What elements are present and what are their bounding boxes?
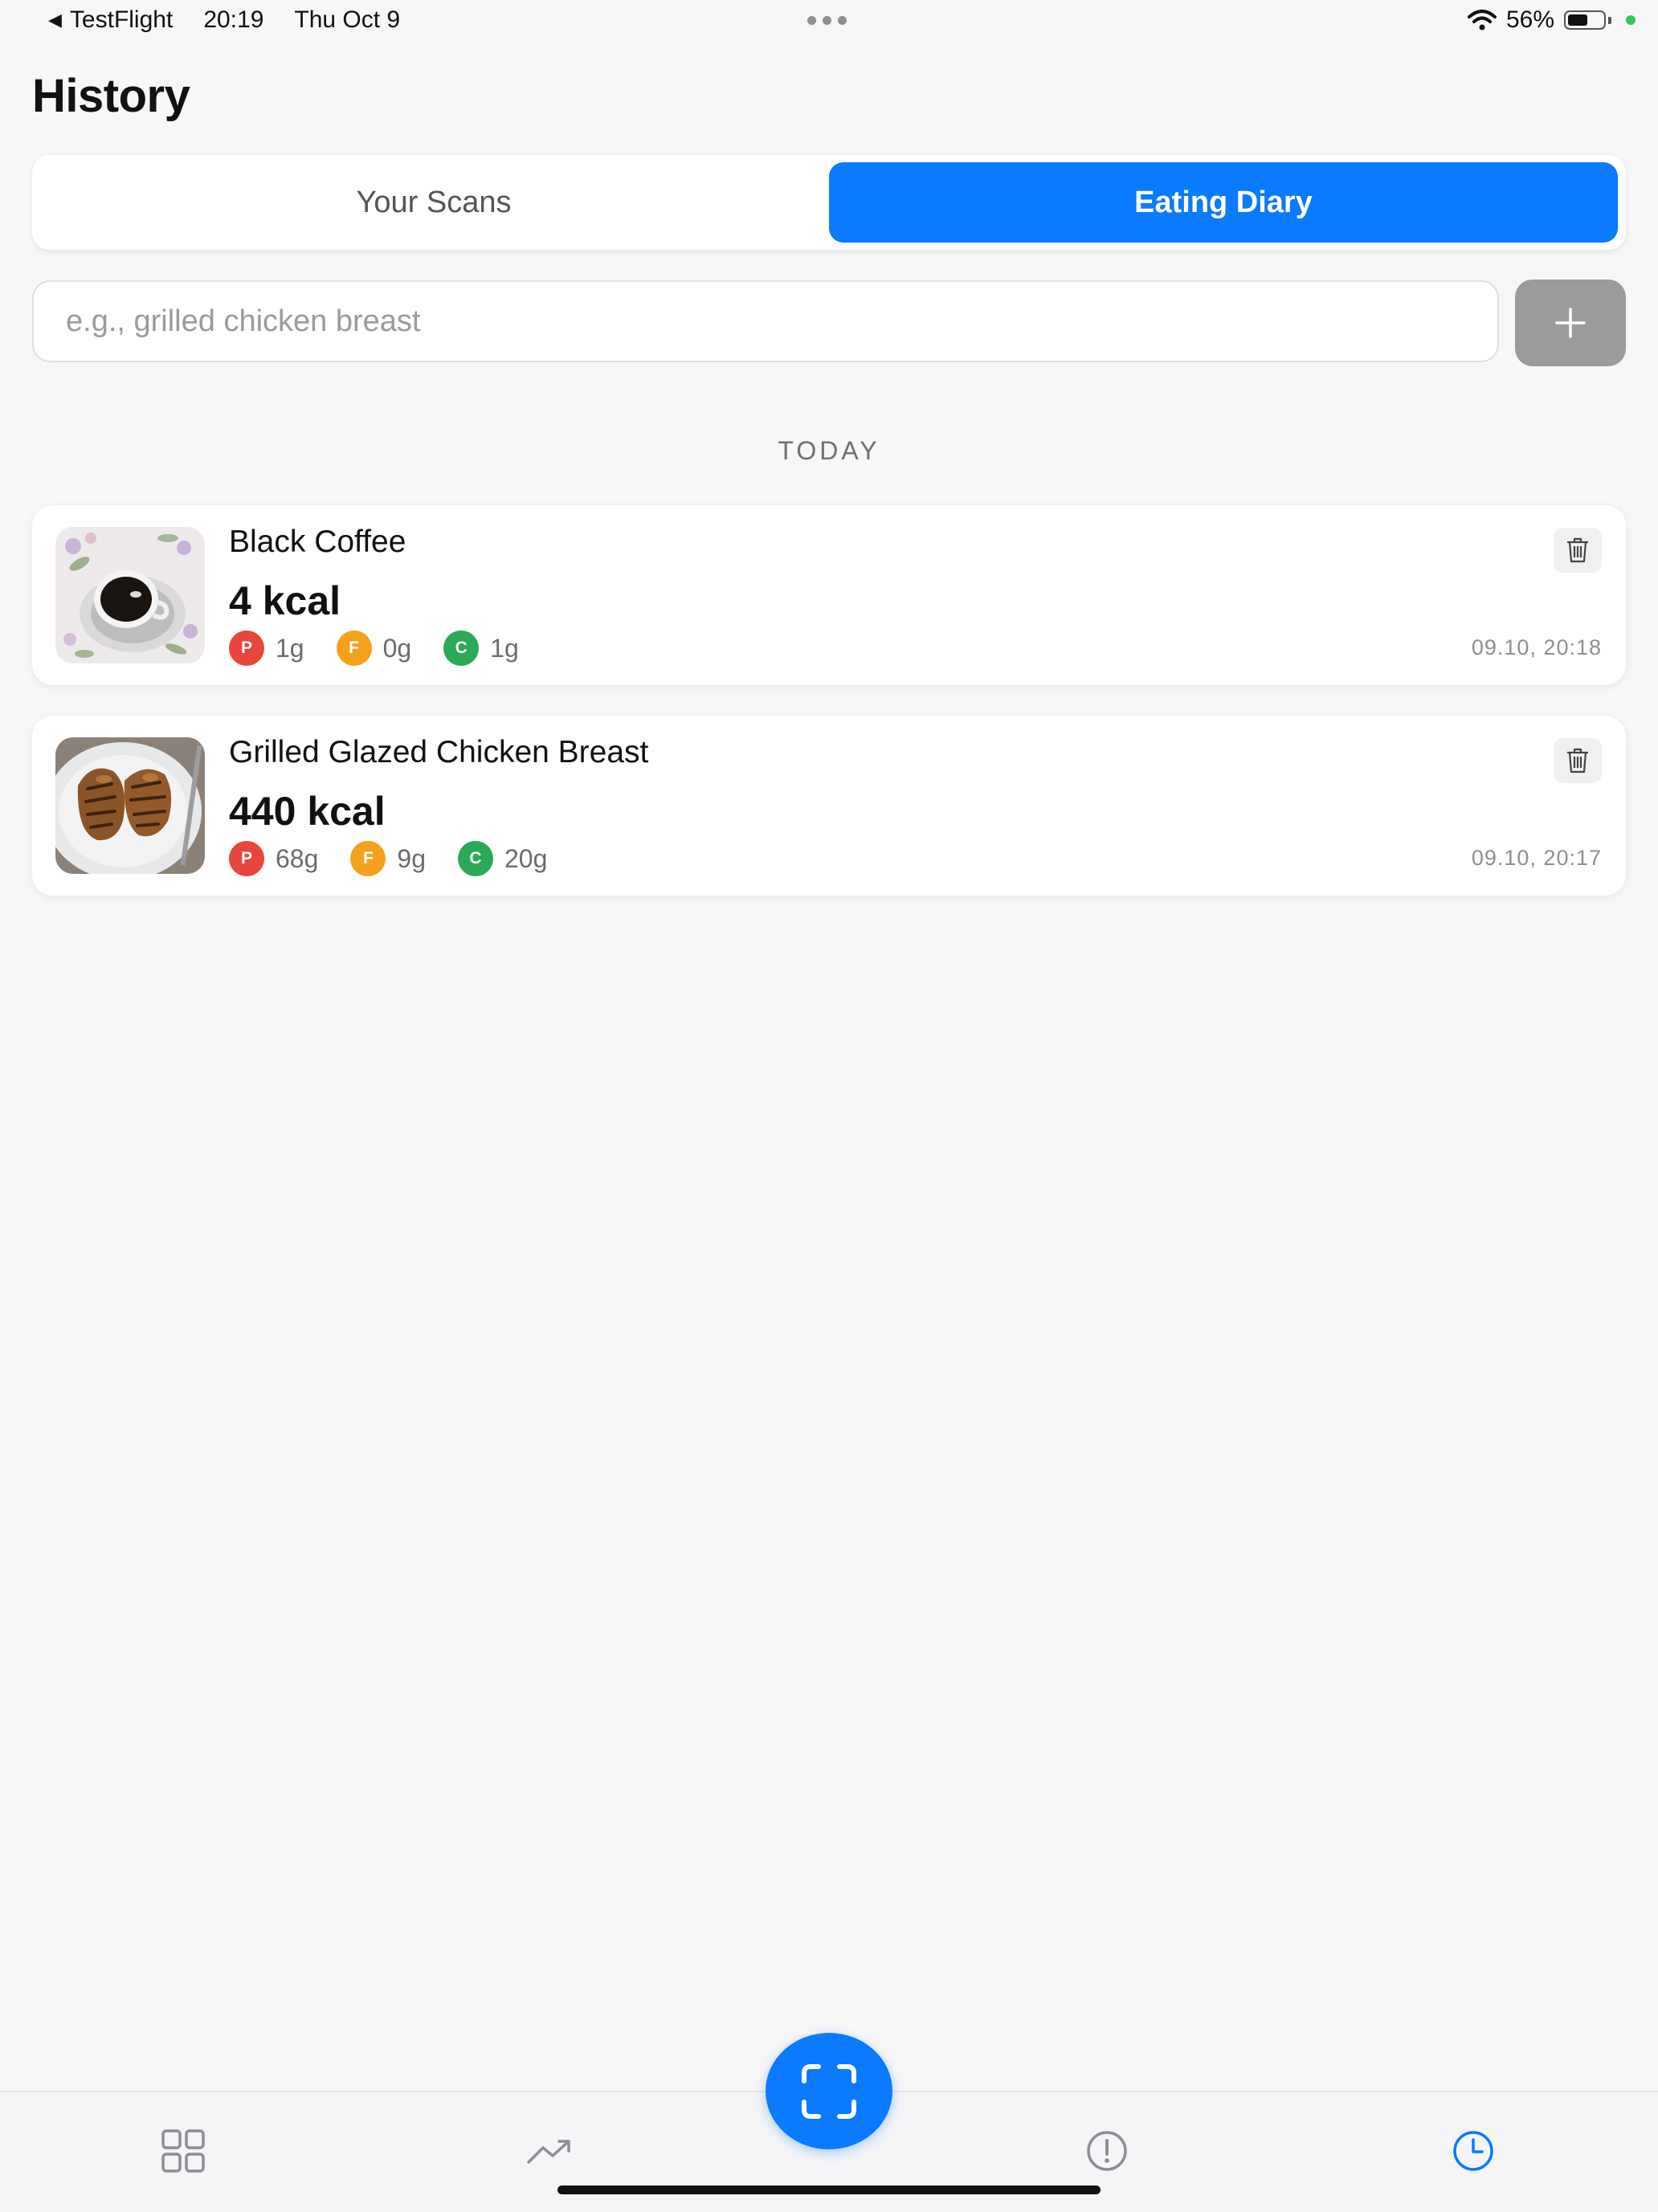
chicken-photo <box>55 737 205 874</box>
entry-kcal: 440 kcal <box>229 789 386 834</box>
tab-history[interactable] <box>1447 2124 1500 2177</box>
carbs-value: 20g <box>504 843 548 873</box>
fat-value: 0g <box>382 633 412 663</box>
fat-badge: F <box>350 841 386 876</box>
wifi-icon <box>1467 10 1497 31</box>
protein-value: 68g <box>276 843 319 873</box>
macro-row: P 68g F 9g C 20g <box>229 841 579 876</box>
tab-trends[interactable] <box>523 2124 576 2177</box>
page-title: History <box>32 70 190 122</box>
delete-button[interactable] <box>1554 528 1602 573</box>
section-header-today: TODAY <box>778 436 880 465</box>
entry-name: Grilled Glazed Chicken Breast <box>229 735 649 769</box>
battery-percent: 56% <box>1505 6 1554 33</box>
diary-entry-card[interactable]: Grilled Glazed Chicken Breast 440 kcal P… <box>32 716 1626 896</box>
trends-icon <box>527 2140 570 2164</box>
trash-icon <box>1567 537 1588 563</box>
scan-icon <box>802 2063 856 2119</box>
delete-button[interactable] <box>1554 738 1602 783</box>
coffee-photo <box>55 527 205 663</box>
fat-badge: F <box>336 631 372 666</box>
dashboard-grid-icon <box>161 2129 205 2173</box>
add-food-button[interactable] <box>1515 280 1626 366</box>
macro-row: P 1g F 0g C 1g <box>229 631 551 666</box>
scan-button[interactable] <box>766 2033 892 2149</box>
status-right: 56% <box>1467 6 1636 34</box>
fat-value: 9g <box>397 843 426 873</box>
camera-indicator-icon <box>1626 15 1636 25</box>
plus-icon <box>1555 308 1586 338</box>
tab-dashboard[interactable] <box>157 2124 210 2177</box>
status-date: Thu Oct 9 <box>294 6 401 33</box>
tab-info[interactable] <box>1080 2124 1133 2177</box>
carbs-value: 1g <box>490 633 519 663</box>
entry-name: Black Coffee <box>229 524 406 559</box>
entry-timestamp: 09.10, 20:17 <box>1471 846 1602 870</box>
carbs-badge: C <box>443 631 480 666</box>
food-search-input[interactable] <box>32 280 1499 362</box>
back-app-label: TestFlight <box>69 6 174 33</box>
tab-eating-diary[interactable]: Eating Diary <box>829 162 1618 243</box>
protein-value: 1g <box>276 633 304 663</box>
entry-kcal: 4 kcal <box>229 578 341 623</box>
protein-badge: P <box>229 841 264 876</box>
trash-icon <box>1567 748 1588 773</box>
carbs-badge: C <box>457 841 493 876</box>
entry-timestamp: 09.10, 20:18 <box>1471 635 1602 659</box>
segmented-control: Your Scans Eating Diary <box>32 155 1626 250</box>
battery-icon <box>1564 10 1606 30</box>
diary-entry-card[interactable]: Black Coffee 4 kcal P 1g F 0g C 1g 09.10, 2… <box>32 505 1626 685</box>
multitasking-dots-icon[interactable] <box>807 16 847 25</box>
home-indicator[interactable] <box>557 2185 1101 2194</box>
tab-your-scans[interactable]: Your Scans <box>39 162 828 243</box>
status-left[interactable]: ◀ TestFlight 20:19 Thu Oct 9 <box>48 6 400 34</box>
history-clock-icon <box>1453 2131 1493 2171</box>
protein-badge: P <box>229 631 264 666</box>
status-time: 20:19 <box>203 6 264 33</box>
status-bar: ◀ TestFlight 20:19 Thu Oct 9 56% <box>0 0 1658 45</box>
info-icon <box>1087 2131 1127 2171</box>
back-arrow-icon: ◀ <box>48 10 62 30</box>
